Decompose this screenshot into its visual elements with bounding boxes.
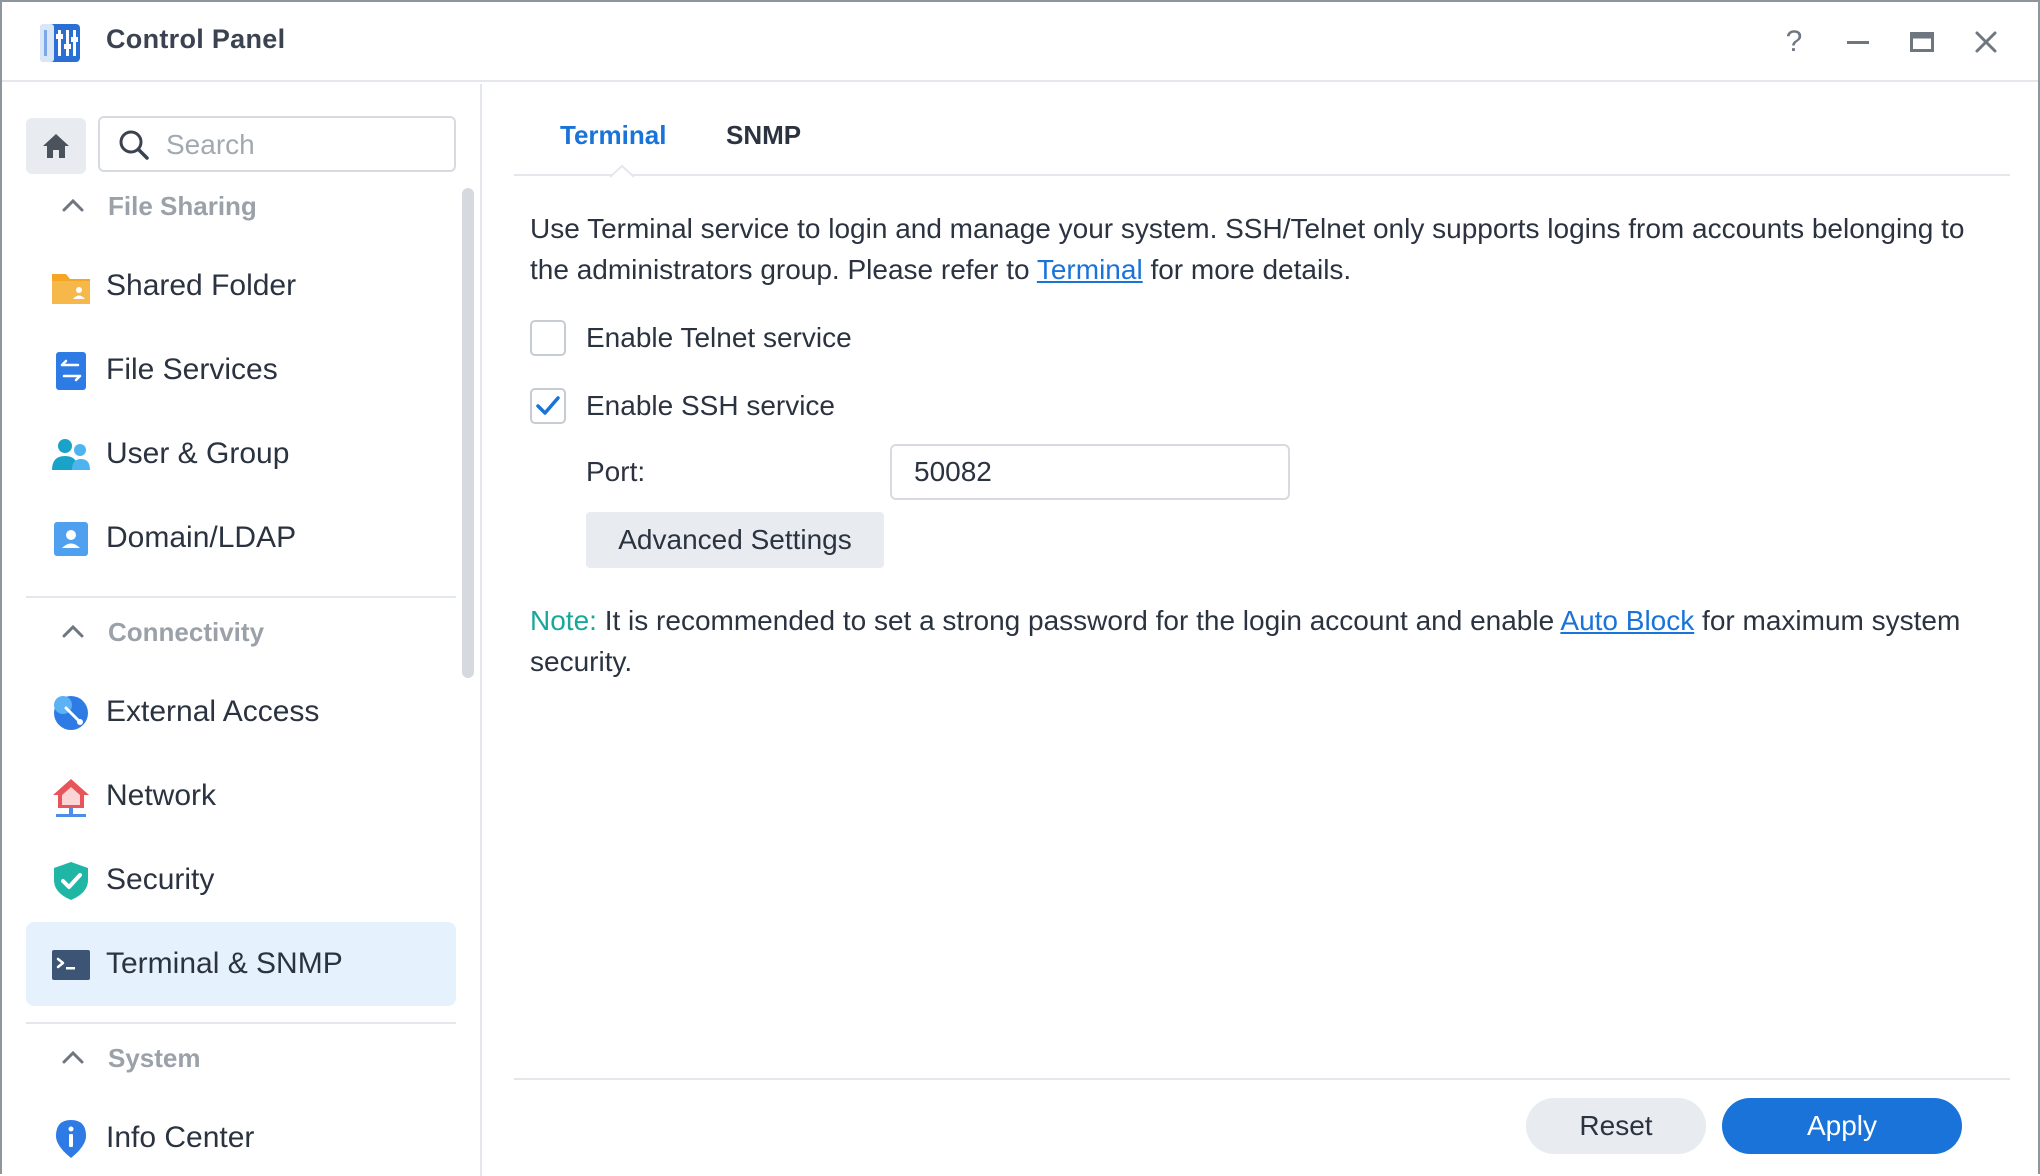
- sidebar-item-user-group[interactable]: User & Group: [26, 412, 456, 496]
- help-icon: ?: [1785, 25, 1803, 58]
- sidebar-item-label: Info Center: [106, 1121, 255, 1154]
- note-text: It is recommended to set a strong passwo…: [596, 605, 1561, 636]
- chevron-up-icon: [62, 624, 84, 638]
- search-icon: [119, 130, 149, 160]
- sidebar-item-label: Shared Folder: [106, 269, 297, 302]
- section-header-file-sharing[interactable]: File Sharing: [58, 188, 257, 224]
- minimize-icon: [1847, 41, 1869, 44]
- auto-block-link[interactable]: Auto Block: [1560, 605, 1694, 636]
- control-panel-app-icon: [40, 24, 80, 62]
- terminal-icon: [52, 950, 90, 980]
- terminal-help-link[interactable]: Terminal: [1037, 254, 1143, 285]
- description-text-end: for more details.: [1142, 254, 1352, 285]
- sidebar-item-shared-folder[interactable]: Shared Folder: [26, 244, 456, 328]
- search-input[interactable]: [166, 126, 446, 164]
- terminal-description: Use Terminal service to login and manage…: [530, 208, 1990, 290]
- reset-button[interactable]: Reset: [1526, 1098, 1706, 1154]
- section-header-connectivity[interactable]: Connectivity: [58, 614, 264, 650]
- sidebar: File Sharing Shared Folder File Services: [2, 84, 482, 1176]
- ssh-option[interactable]: Enable SSH service: [530, 386, 835, 426]
- home-button[interactable]: [26, 118, 86, 174]
- advanced-settings-button[interactable]: Advanced Settings: [586, 512, 884, 568]
- sidebar-divider: [26, 596, 456, 598]
- active-tab-indicator: [610, 164, 634, 178]
- chevron-up-icon: [62, 1050, 84, 1064]
- security-shield-icon: [54, 862, 88, 900]
- shared-folder-icon: [52, 274, 90, 304]
- security-note: Note: It is recommended to set a strong …: [530, 600, 2010, 682]
- info-center-icon: [56, 1120, 86, 1158]
- sidebar-item-label: File Services: [106, 353, 278, 386]
- external-access-icon: [54, 696, 88, 730]
- telnet-checkbox[interactable]: [530, 320, 566, 356]
- sidebar-item-external-access[interactable]: External Access: [26, 670, 456, 754]
- network-icon: [53, 779, 89, 817]
- sidebar-scrollbar[interactable]: [462, 188, 474, 678]
- sidebar-item-info-center[interactable]: Info Center: [26, 1096, 456, 1176]
- ssh-label: Enable SSH service: [586, 390, 836, 421]
- section-title: File Sharing: [108, 190, 257, 221]
- section-header-system[interactable]: System: [58, 1040, 201, 1076]
- tab-bar: Terminal SNMP: [514, 84, 2010, 178]
- maximize-icon: [1910, 32, 1934, 52]
- sidebar-item-label: Network: [106, 779, 217, 812]
- ssh-checkbox[interactable]: [530, 388, 566, 424]
- maximize-button[interactable]: [1902, 22, 1942, 62]
- tab-terminal[interactable]: Terminal: [560, 120, 666, 151]
- sidebar-item-file-services[interactable]: File Services: [26, 328, 456, 412]
- sidebar-item-domain-ldap[interactable]: Domain/LDAP: [26, 496, 456, 580]
- telnet-option[interactable]: Enable Telnet service: [530, 318, 852, 358]
- sidebar-item-label: Security: [106, 863, 215, 896]
- sidebar-item-network[interactable]: Network: [26, 754, 456, 838]
- window-title: Control Panel: [106, 24, 286, 54]
- search-box[interactable]: [98, 116, 456, 172]
- sidebar-item-terminal-snmp[interactable]: Terminal & SNMP: [26, 922, 456, 1006]
- help-button[interactable]: ?: [1774, 22, 1814, 62]
- section-title: Connectivity: [108, 616, 265, 647]
- close-icon: [1975, 31, 1997, 53]
- sidebar-item-label: User & Group: [106, 437, 290, 470]
- user-group-icon: [52, 439, 90, 470]
- file-services-icon: [56, 352, 86, 390]
- sidebar-item-label: External Access: [106, 695, 320, 728]
- title-bar: Control Panel ?: [2, 2, 2038, 82]
- telnet-label: Enable Telnet service: [586, 322, 852, 353]
- domain-ldap-icon: [54, 522, 88, 556]
- sidebar-item-label: Domain/LDAP: [106, 521, 297, 554]
- home-icon: [43, 134, 69, 158]
- port-input[interactable]: [890, 444, 1290, 500]
- section-title: System: [108, 1042, 201, 1073]
- footer-divider: [514, 1078, 2010, 1080]
- control-panel-window: Control Panel ? Search File Sharing Shar…: [0, 0, 2040, 1176]
- sidebar-divider: [26, 1022, 456, 1024]
- main-panel: Terminal SNMP Use Terminal service to lo…: [484, 84, 2038, 1176]
- checkmark-icon: [536, 396, 560, 415]
- close-button[interactable]: [1966, 22, 2006, 62]
- note-label: Note:: [530, 605, 597, 636]
- chevron-up-icon: [62, 198, 84, 212]
- port-label: Port:: [586, 456, 646, 487]
- sidebar-item-security[interactable]: Security: [26, 838, 456, 922]
- tab-snmp[interactable]: SNMP: [726, 120, 801, 151]
- sidebar-item-label: Terminal & SNMP: [106, 947, 343, 980]
- minimize-button[interactable]: [1838, 22, 1878, 62]
- apply-button[interactable]: Apply: [1722, 1098, 1962, 1154]
